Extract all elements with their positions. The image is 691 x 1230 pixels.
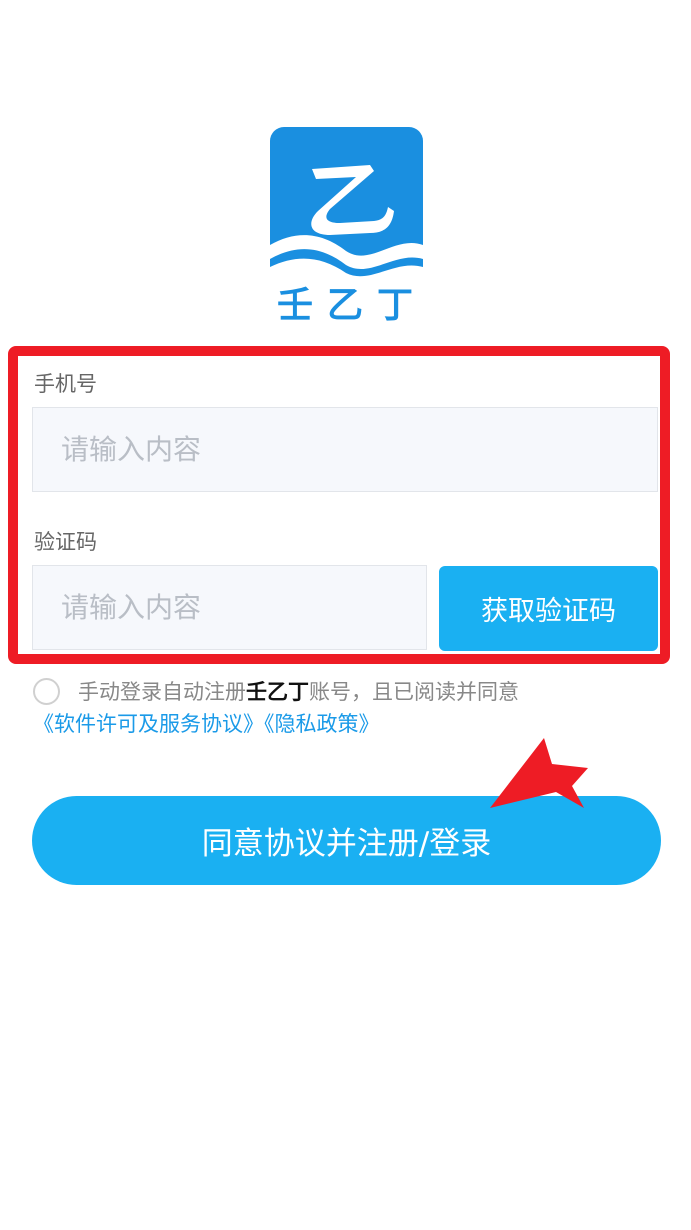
license-link[interactable]: 《软件许可及服务协议》 — [33, 712, 264, 736]
agreement-text-after: 账号，且已阅读并同意 — [309, 680, 519, 704]
agreement-text: 手动登录自动注册壬乙丁账号，且已阅读并同意 — [78, 678, 519, 706]
code-label: 验证码 — [34, 530, 97, 554]
agreement-brand: 壬乙丁 — [246, 680, 309, 704]
get-code-button[interactable]: 获取验证码 — [439, 566, 658, 651]
phone-label: 手机号 — [34, 372, 97, 396]
phone-field-container[interactable] — [32, 407, 658, 492]
phone-input[interactable] — [59, 432, 657, 467]
agreement-links: 《软件许可及服务协议》《隐私政策》 — [33, 710, 380, 738]
agreement-text-before: 手动登录自动注册 — [78, 680, 246, 704]
privacy-link[interactable]: 《隐私政策》 — [264, 712, 380, 736]
red-arrow-icon — [480, 730, 600, 820]
app-logo — [270, 127, 423, 281]
code-field-container[interactable] — [32, 565, 427, 650]
code-input[interactable] — [59, 590, 426, 625]
agree-checkbox[interactable] — [33, 678, 60, 705]
app-name: 壬乙丁 — [276, 285, 427, 326]
